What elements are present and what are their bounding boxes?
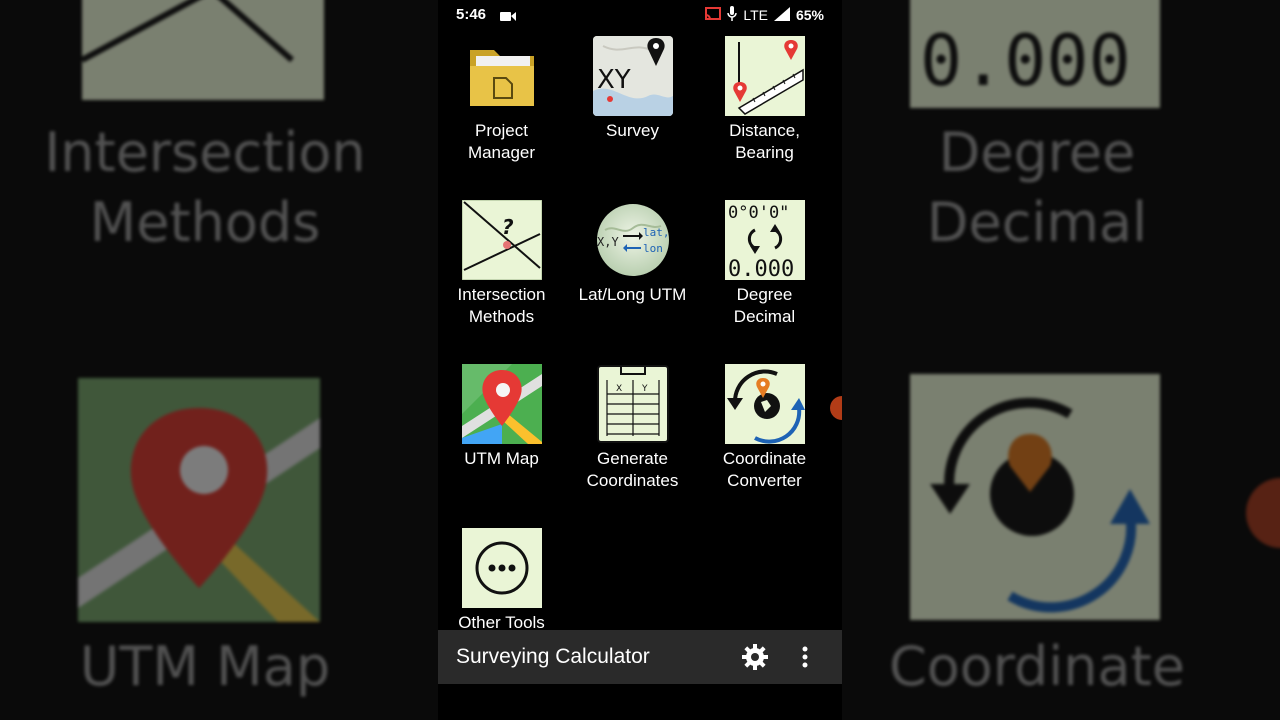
bg-utm-map-tile — [78, 378, 320, 622]
bg-red-dot — [1246, 478, 1280, 548]
app-lat-long-utm[interactable]: X,Y lat, lon Lat/Long UTM — [567, 200, 698, 306]
folder-icon — [462, 36, 542, 116]
background-right: 0.000 Degree Decimal Coordinate — [842, 0, 1280, 720]
more-vert-icon[interactable] — [800, 645, 810, 669]
status-time: 5:46 — [456, 6, 487, 23]
bg-converter-tile — [910, 374, 1160, 620]
status-bar: 5:46 LTE 65% — [438, 0, 842, 28]
bg-degree-label: Degree Decimal — [926, 121, 1148, 254]
app-label: Generate Coordinates — [586, 449, 679, 490]
app-label: Survey — [606, 121, 659, 140]
degree-decimal-icon: 0°0'0" 0.000 — [724, 200, 805, 282]
app-coordinate-converter[interactable]: Coordinate Converter — [699, 364, 830, 492]
svg-text:X,Y: X,Y — [597, 235, 619, 249]
app-degree-decimal[interactable]: 0°0'0" 0.000 Degree Decimal — [699, 200, 830, 328]
svg-text:XY: XY — [597, 65, 631, 95]
app-label: Project Manager — [467, 121, 536, 162]
bg-map-pin-icon — [78, 378, 320, 622]
map-pin-icon — [461, 364, 542, 444]
app-label: Distance, Bearing — [729, 121, 800, 162]
bg-intersection-label: Intersection Methods — [44, 121, 366, 254]
bg-converter-icon — [930, 397, 1150, 613]
app-label: Lat/Long UTM — [578, 285, 687, 304]
app-label: Degree Decimal — [733, 285, 796, 326]
status-right-group: LTE 65% — [705, 6, 824, 24]
network-type: LTE — [743, 7, 768, 23]
mic-icon — [727, 6, 738, 24]
intersection-icon: ? — [461, 199, 542, 281]
bg-utm-map-label: UTM Map — [79, 635, 331, 698]
gear-icon[interactable] — [742, 644, 768, 670]
app-intersection-methods[interactable]: ? Intersection Methods — [438, 199, 567, 328]
signal-icon — [773, 6, 790, 24]
distance-bearing-icon — [724, 36, 805, 116]
svg-text:lon: lon — [643, 242, 663, 255]
svg-text:0°0'0": 0°0'0" — [728, 203, 789, 223]
svg-text:lat,: lat, — [643, 226, 670, 239]
app-label: UTM Map — [464, 449, 539, 468]
svg-text:X: X — [616, 384, 622, 394]
app-title: Surveying Calculator — [456, 645, 650, 668]
floating-indicator — [830, 396, 842, 420]
bg-degree-value: 0.000 — [920, 20, 1131, 102]
bottom-app-bar: Surveying Calculator — [438, 630, 842, 684]
bg-degree-tile: 0.000 — [910, 0, 1160, 108]
coordinate-converter-icon — [724, 364, 805, 444]
cast-icon — [705, 6, 722, 24]
svg-text:Y: Y — [641, 384, 648, 394]
bg-intersection-icon — [82, 0, 294, 63]
app-survey[interactable]: XY Survey — [567, 36, 698, 142]
app-project-manager[interactable]: Project Manager — [438, 36, 567, 164]
camera-icon — [500, 9, 516, 21]
phone-screen: 5:46 LTE 65% Project Manager XY Survey D… — [438, 0, 842, 720]
app-distance-bearing[interactable]: Distance, Bearing — [699, 36, 830, 164]
app-generate-coordinates[interactable]: X Y Generate Coordinates — [567, 364, 698, 492]
survey-map-icon: XY — [592, 36, 673, 116]
app-utm-map[interactable]: UTM Map — [438, 364, 567, 470]
app-label: Intersection Methods — [457, 285, 546, 326]
bg-converter-label: Coordinate — [888, 635, 1186, 698]
globe-latlong-icon: X,Y lat, lon — [593, 200, 673, 280]
battery-level: 65% — [795, 7, 824, 23]
app-label: Coordinate Converter — [722, 449, 807, 490]
bg-intersection-tile — [82, 0, 324, 100]
background-left: Intersection Methods UTM Map — [0, 0, 438, 720]
svg-text:?: ? — [502, 215, 514, 239]
more-tools-icon — [461, 528, 542, 608]
svg-text:0.000: 0.000 — [728, 257, 794, 280]
app-other-tools[interactable]: Other Tools — [438, 528, 567, 634]
clipboard-icon: X Y — [593, 364, 673, 444]
